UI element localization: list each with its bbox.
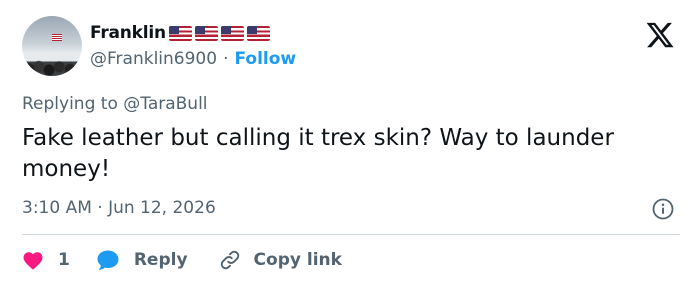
reply-label: Reply (133, 250, 188, 270)
link-icon (220, 250, 239, 270)
display-name[interactable]: Franklin (90, 23, 166, 43)
speech-bubble-icon (97, 250, 119, 270)
us-flag-icon (220, 25, 244, 41)
us-flag-icon (194, 25, 218, 41)
flag-emojis (168, 25, 270, 41)
heart-icon (23, 252, 43, 270)
like-button[interactable]: 1 (22, 250, 70, 270)
tweet-text: Fake leather but calling it trex skin? W… (22, 125, 614, 182)
replying-to-handle[interactable]: @TaraBull (123, 94, 207, 114)
author-handle[interactable]: @Franklin6900 (90, 49, 217, 69)
follow-button[interactable]: Follow (234, 49, 296, 69)
author-name-row: Franklin (90, 21, 270, 45)
avatar-flag (52, 34, 62, 41)
copy-link-button[interactable]: Copy link (218, 248, 342, 272)
us-flag-icon (246, 25, 270, 41)
copy-link-label: Copy link (253, 250, 342, 270)
separator-dot: · (223, 49, 229, 69)
avatar[interactable] (22, 16, 82, 76)
reply-button[interactable]: Reply (96, 249, 188, 271)
like-count: 1 (58, 250, 70, 270)
tweet-actions: 1 Reply Copy link (22, 246, 342, 274)
divider (22, 234, 680, 235)
x-logo-icon[interactable] (644, 20, 676, 50)
author-handle-row: @Franklin6900 · Follow (90, 47, 296, 71)
info-icon[interactable] (651, 197, 675, 221)
replying-to-line: Replying to @TaraBull (22, 94, 208, 114)
avatar-crowd (22, 52, 82, 76)
us-flag-icon (168, 25, 192, 41)
replying-to-prefix: Replying to (22, 94, 118, 114)
tweet-timestamp[interactable]: 3:10 AM · Jun 12, 2026 (22, 196, 216, 220)
